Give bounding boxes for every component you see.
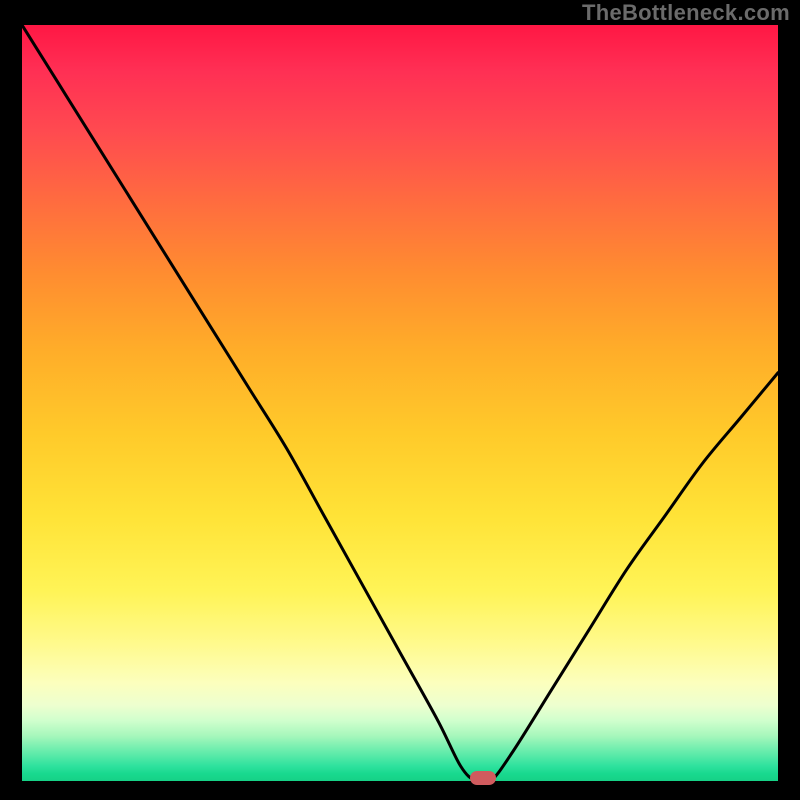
bottleneck-curve [22,25,778,781]
watermark-label: TheBottleneck.com [582,0,790,26]
chart-container: TheBottleneck.com [0,0,800,800]
min-marker [470,771,496,785]
plot-area [22,25,778,781]
